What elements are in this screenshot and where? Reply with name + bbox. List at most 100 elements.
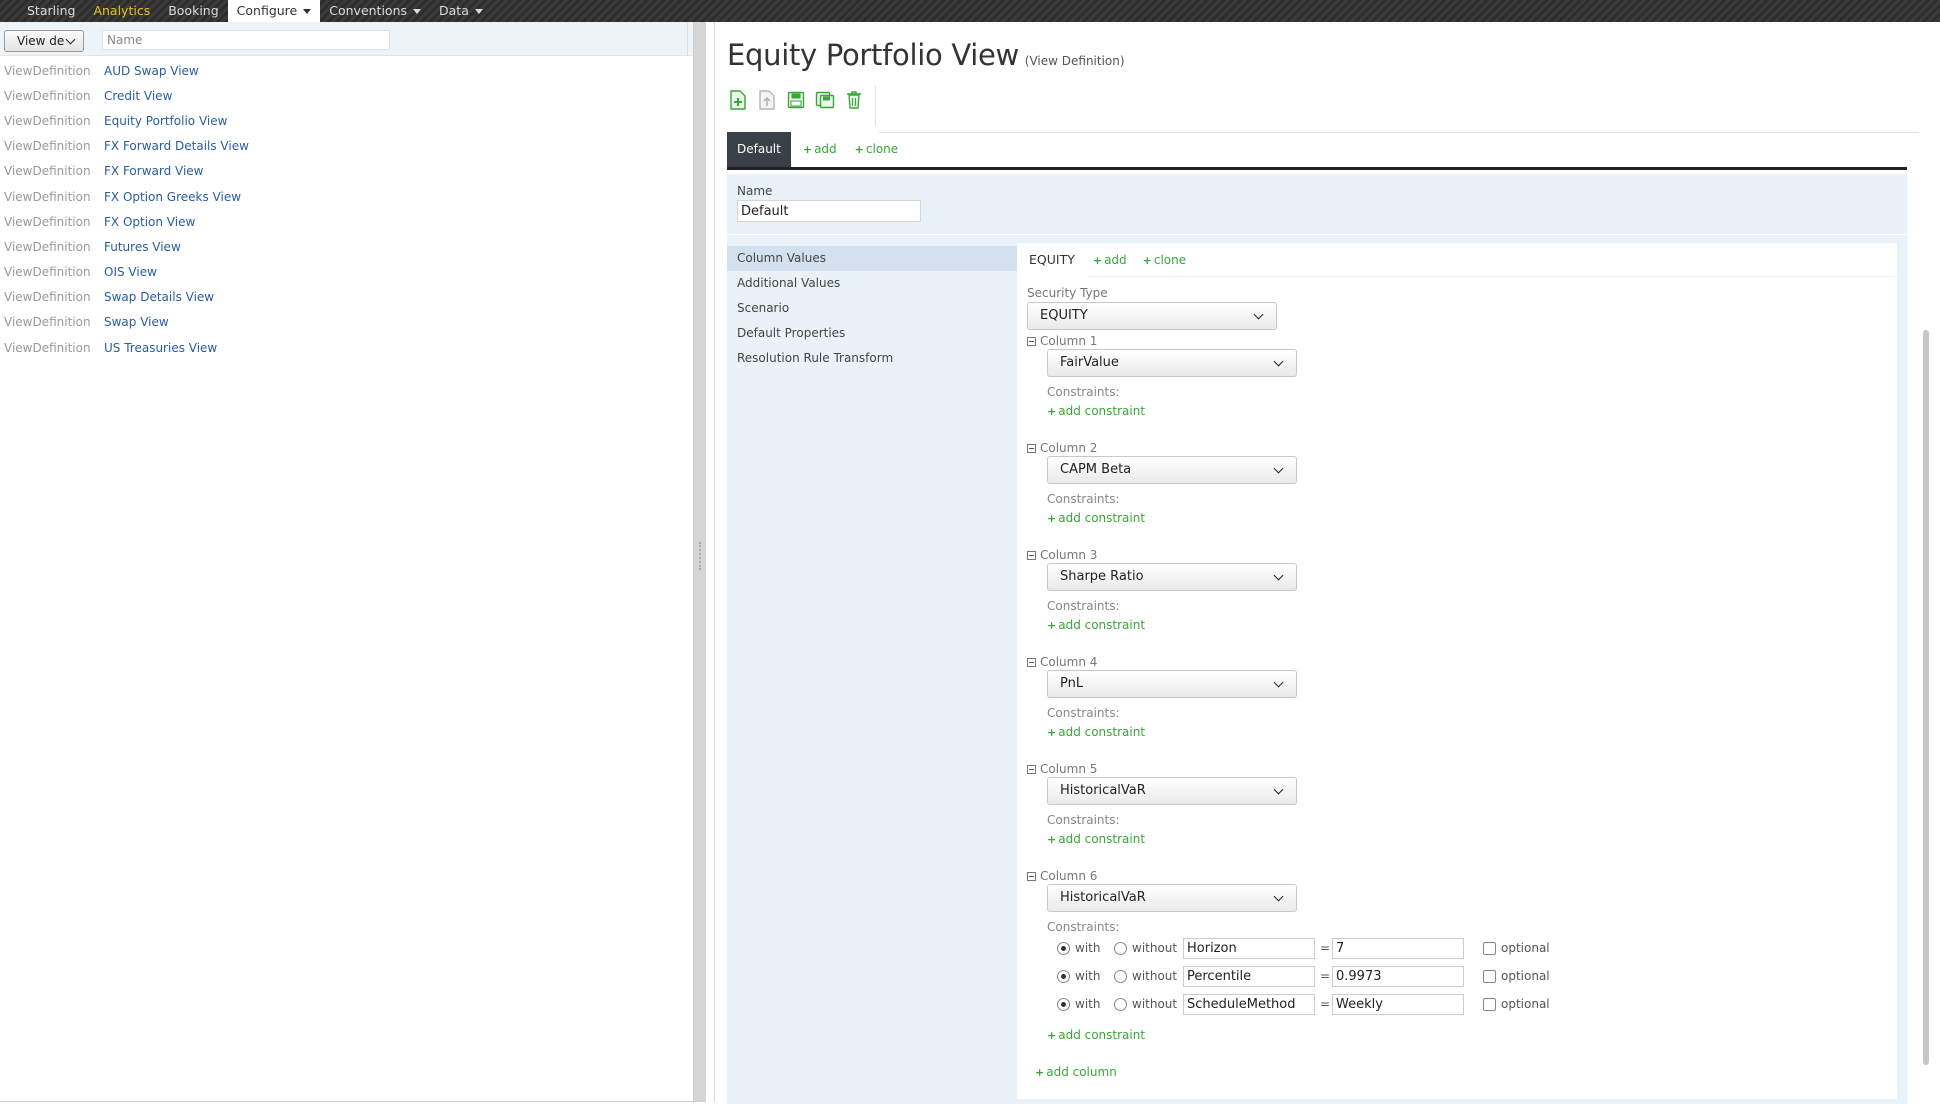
definition-name-link[interactable]: Swap View [104,315,169,329]
column-value-select[interactable]: CAPM Beta [1047,456,1297,484]
definition-name-link[interactable]: FX Option Greeks View [104,190,241,204]
plus-icon: + [1047,405,1057,418]
definition-name-link[interactable]: Credit View [104,89,172,103]
new-icon[interactable] [727,89,749,111]
constraint-key-field[interactable]: ScheduleMethod [1183,994,1315,1015]
definition-name-link[interactable]: FX Forward Details View [104,139,249,153]
config-form: Name Column Values Additional Values Sce… [727,174,1907,1104]
add-constraint-link[interactable]: + add constraint [1047,404,1145,418]
name-field[interactable] [737,200,921,222]
section-column-values[interactable]: Column Values [727,246,1017,271]
scrollbar[interactable] [1922,100,1930,1090]
add-constraint-link[interactable]: + add constraint [1047,511,1145,525]
add-constraint-link[interactable]: + add constraint [1047,725,1145,739]
scrollbar-thumb[interactable] [1923,330,1929,1065]
optional-checkbox[interactable] [1483,998,1496,1011]
list-item[interactable]: ViewDefinition Futures View [0,234,693,259]
name-filter-input[interactable] [102,30,390,50]
add-security-link[interactable]: + add [1093,253,1127,267]
plus-icon: + [1047,726,1057,739]
definition-name-link[interactable]: Swap Details View [104,290,214,304]
plus-icon: + [1047,833,1057,846]
section-resolution-rule-transform[interactable]: Resolution Rule Transform [727,346,1017,371]
security-type-select[interactable]: EQUITY [1027,302,1277,330]
column-value-select[interactable]: PnL [1047,670,1297,698]
nav-starling[interactable]: Starling [18,0,84,22]
list-item[interactable]: ViewDefinition OIS View [0,260,693,285]
column-values-panel: EQUITY + add + clone Security Type EQUITY … [1017,243,1897,1099]
collapse-icon[interactable] [1027,550,1036,560]
with-radio[interactable] [1057,942,1070,955]
list-item[interactable]: ViewDefinition US Treasuries View [0,335,693,360]
save-as-icon[interactable] [814,89,836,111]
list-item[interactable]: ViewDefinition FX Forward View [0,159,693,184]
add-constraint-link[interactable]: + add constraint [1047,1028,1145,1042]
nav-conventions[interactable]: Conventions [320,0,430,22]
definition-name-link[interactable]: OIS View [104,265,157,279]
definition-name-link[interactable]: FX Forward View [104,164,204,178]
collapse-icon[interactable] [1027,443,1036,453]
column-value-select[interactable]: HistoricalVaR [1047,777,1297,805]
with-radio[interactable] [1057,970,1070,983]
tab-default[interactable]: Default [727,132,791,167]
upload-icon[interactable] [756,89,778,111]
collapse-icon[interactable] [1027,871,1036,881]
column-value: HistoricalVaR [1060,783,1146,798]
constraints-label: Constraints: [1047,385,1120,399]
collapse-icon[interactable] [1027,336,1036,346]
without-radio[interactable] [1114,998,1127,1011]
nav-analytics[interactable]: Analytics [84,0,159,22]
with-label: with [1075,941,1101,955]
section-additional-values[interactable]: Additional Values [727,271,1017,296]
add-column-link[interactable]: + add column [1035,1065,1117,1079]
without-radio[interactable] [1114,942,1127,955]
definition-name-link[interactable]: Futures View [104,240,181,254]
grip-icon [699,542,701,570]
save-icon[interactable] [785,89,807,111]
optional-checkbox[interactable] [1483,942,1496,955]
delete-icon[interactable] [843,89,865,111]
optional-checkbox[interactable] [1483,970,1496,983]
definition-name-link[interactable]: AUD Swap View [104,64,199,78]
list-item[interactable]: ViewDefinition AUD Swap View [0,58,693,83]
list-item[interactable]: ViewDefinition Equity Portfolio View [0,108,693,133]
caret-down-icon [303,9,312,14]
add-constraint-link[interactable]: + add constraint [1047,618,1145,632]
constraint-key-field[interactable]: Horizon [1183,938,1315,959]
panel-splitter[interactable] [694,22,706,1102]
column-value-select[interactable]: FairValue [1047,349,1297,377]
collapse-icon[interactable] [1027,764,1036,774]
nav-data[interactable]: Data [430,0,492,22]
without-radio[interactable] [1114,970,1127,983]
definition-name-link[interactable]: FX Option View [104,215,195,229]
add-config-link[interactable]: + add [803,132,837,167]
list-item[interactable]: ViewDefinition Swap Details View [0,285,693,310]
column-value: HistoricalVaR [1060,890,1146,905]
section-scenario[interactable]: Scenario [727,296,1017,321]
column-value-select[interactable]: HistoricalVaR [1047,884,1297,912]
list-item[interactable]: ViewDefinition Swap View [0,310,693,335]
list-item[interactable]: ViewDefinition Credit View [0,83,693,108]
list-item[interactable]: ViewDefinition FX Option Greeks View [0,184,693,209]
collapse-icon[interactable] [1027,657,1036,667]
column-value-select[interactable]: Sharpe Ratio [1047,563,1297,591]
constraint-value-field[interactable]: 7 [1332,938,1464,959]
constraint-value-field[interactable]: Weekly [1332,994,1464,1015]
type-filter-select[interactable]: View de [4,30,84,52]
column-block: Column 1 FairValue Constraints: + add constr… [1027,333,1887,418]
list-item[interactable]: ViewDefinition FX Option View [0,209,693,234]
section-default-properties[interactable]: Default Properties [727,321,1017,346]
constraint-value-field[interactable]: 0.9973 [1332,966,1464,987]
clone-security-link[interactable]: + clone [1143,253,1186,267]
definition-name-link[interactable]: Equity Portfolio View [104,114,227,128]
clone-config-link[interactable]: + clone [855,132,898,167]
tab-equity[interactable]: EQUITY [1017,243,1087,277]
nav-configure[interactable]: Configure [227,0,321,22]
nav-data-label: Data [439,3,469,18]
constraint-key-field[interactable]: Percentile [1183,966,1315,987]
definition-name-link[interactable]: US Treasuries View [104,341,217,355]
nav-booking[interactable]: Booking [159,0,227,22]
add-constraint-link[interactable]: + add constraint [1047,832,1145,846]
list-item[interactable]: ViewDefinition FX Forward Details View [0,134,693,159]
with-radio[interactable] [1057,998,1070,1011]
